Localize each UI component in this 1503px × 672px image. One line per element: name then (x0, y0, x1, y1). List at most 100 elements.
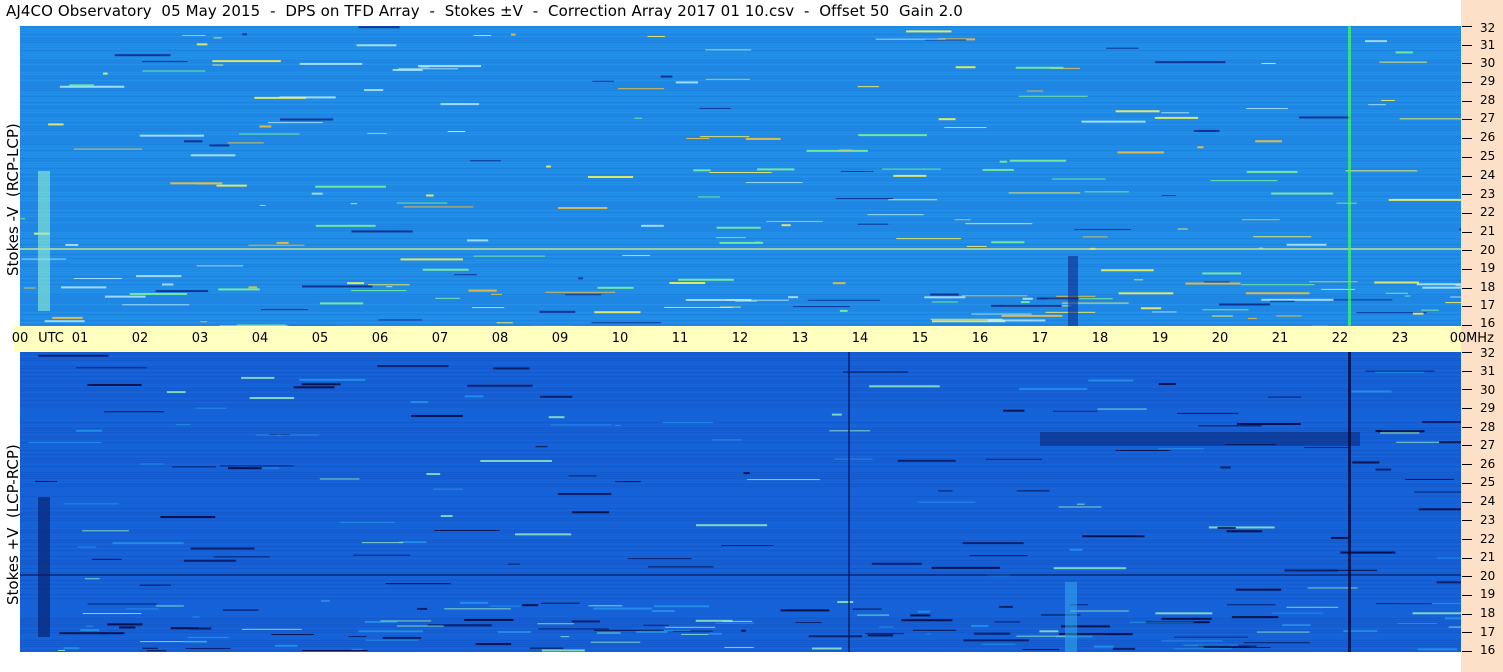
emission-streak (1436, 581, 1461, 584)
emission-streak (1069, 548, 1083, 551)
texture-band (20, 650, 1461, 651)
texture-band (20, 456, 1461, 457)
texture-band (20, 292, 1461, 293)
emission-streak (1404, 295, 1411, 297)
texture-band (20, 580, 1461, 581)
texture-band (20, 602, 1461, 603)
frequency-tick-mark (1462, 557, 1472, 559)
texture-band (20, 286, 1461, 287)
emission-streak (963, 639, 1029, 642)
texture-band (20, 120, 1461, 121)
texture-band (20, 238, 1461, 239)
emission-streak (227, 142, 264, 144)
emission-streak (440, 103, 480, 106)
emission-streak (84, 578, 100, 580)
emission-streak (1129, 621, 1194, 623)
emission-streak (363, 89, 384, 92)
emission-streak (840, 170, 874, 172)
texture-band (20, 316, 1461, 317)
emission-streak (212, 60, 281, 63)
texture-band (20, 618, 1461, 619)
emission-streak (1247, 317, 1257, 319)
frequency-unit-label: MHz (1466, 331, 1494, 346)
emission-streak (274, 644, 298, 647)
emission-streak (23, 287, 36, 289)
bottom-freq-tick-label: 28 (1480, 420, 1496, 434)
texture-band (20, 358, 1461, 359)
emission-streak (161, 283, 174, 286)
texture-band (20, 558, 1461, 559)
emission-streak (396, 625, 444, 627)
frequency-tick-mark (1462, 426, 1472, 428)
emission-streak (1378, 430, 1425, 433)
texture-band (20, 546, 1461, 547)
texture-band (20, 542, 1461, 543)
texture-band (20, 562, 1461, 563)
texture-band (20, 570, 1461, 571)
emission-streak (350, 203, 358, 205)
texture-band (20, 144, 1461, 145)
texture-band (20, 514, 1461, 515)
texture-band (20, 500, 1461, 501)
texture-band (20, 318, 1461, 319)
emission-streak (696, 524, 768, 527)
emission-streak (535, 446, 548, 448)
emission-streak (467, 384, 533, 387)
emission-streak (1299, 116, 1351, 119)
emission-streak (912, 629, 956, 631)
emission-streak (985, 458, 1042, 460)
emission-streak (724, 646, 754, 648)
emission-streak (1003, 409, 1025, 412)
bottom-freq-tick-label: 23 (1480, 513, 1496, 527)
emission-streak (410, 401, 429, 404)
texture-band (20, 508, 1461, 509)
emission-streak (926, 633, 931, 635)
texture-band (20, 140, 1461, 141)
emission-streak (614, 424, 622, 426)
emission-streak (1220, 466, 1231, 469)
emission-streak (757, 168, 795, 171)
emission-streak (987, 319, 1046, 322)
texture-band (20, 608, 1461, 609)
texture-band (20, 644, 1461, 645)
emission-streak (1019, 388, 1088, 391)
emission-streak (648, 566, 714, 568)
emission-streak (473, 255, 545, 257)
texture-band (20, 416, 1461, 417)
emission-streak (1336, 202, 1357, 204)
bottom-freq-tick-label: 24 (1480, 494, 1496, 508)
emission-streak (882, 168, 942, 170)
emission-streak (675, 81, 698, 84)
texture-band (20, 160, 1461, 161)
bottom-freq-tick-label: 20 (1480, 569, 1496, 583)
top-freq-tick-label: 31 (1480, 38, 1496, 52)
texture-band (20, 364, 1461, 365)
emission-streak (545, 291, 616, 293)
emission-streak (248, 244, 305, 246)
top-freq-tick-label: 20 (1480, 243, 1496, 257)
texture-band (20, 224, 1461, 225)
texture-band (20, 204, 1461, 205)
emission-streak (865, 633, 904, 635)
emission-streak (879, 626, 894, 628)
texture-band (20, 460, 1461, 461)
emission-streak (1177, 228, 1188, 230)
emission-streak (735, 300, 757, 302)
emission-streak (1101, 269, 1154, 272)
emission-streak (529, 647, 564, 649)
emission-streak (426, 194, 434, 197)
texture-band (20, 114, 1461, 115)
emission-streak (52, 316, 83, 319)
emission-streak (1155, 61, 1226, 64)
emission-streak (293, 386, 335, 389)
texture-band (20, 232, 1461, 233)
emission-streak (467, 239, 489, 242)
emission-streak (38, 354, 109, 357)
texture-band (20, 264, 1461, 265)
texture-band (20, 324, 1461, 325)
emission-streak (182, 34, 206, 36)
emission-streak (1016, 635, 1066, 637)
texture-band (20, 138, 1461, 139)
frequency-tick-mark (1462, 445, 1472, 447)
emission-streak (365, 639, 419, 641)
